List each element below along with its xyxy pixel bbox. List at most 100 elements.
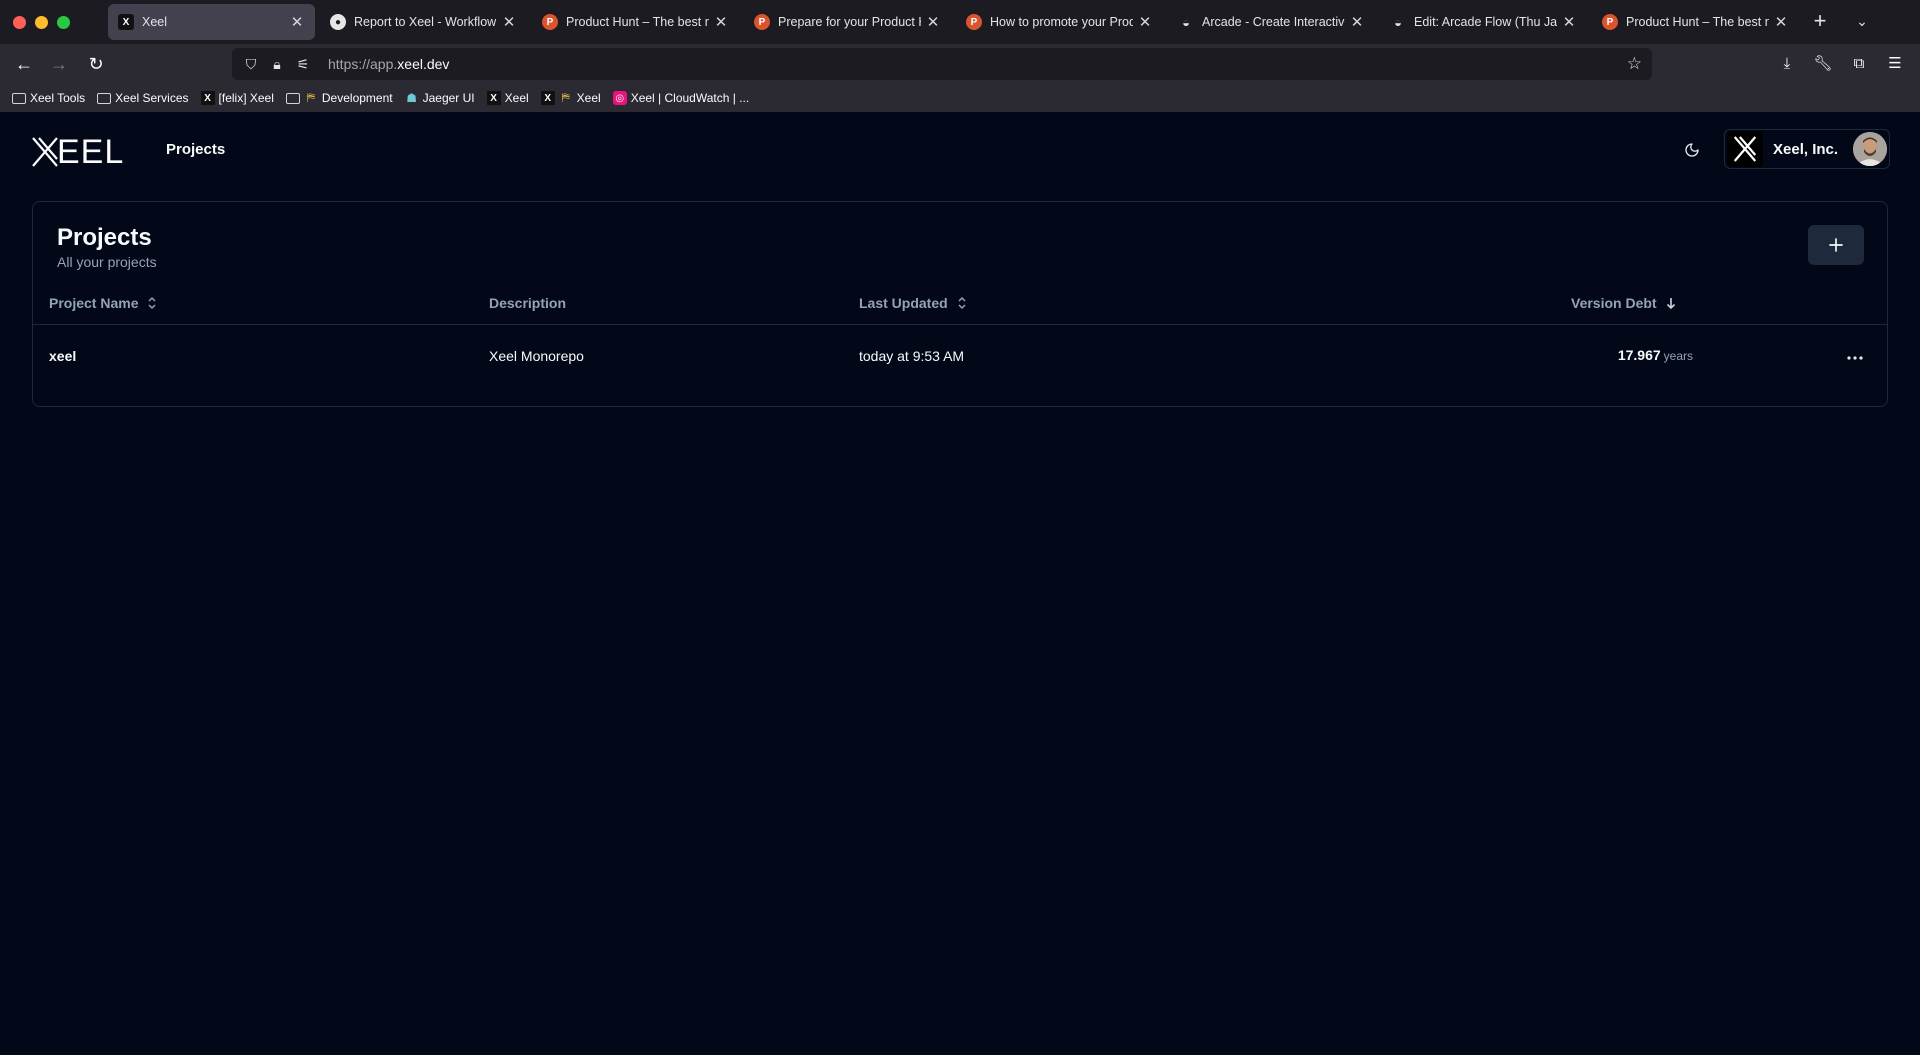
browser-tab[interactable]: ◒ Edit: Arcade Flow (Thu Jan 16 ✕ <box>1380 4 1587 40</box>
wrench-icon[interactable]: 🔧︎ <box>1811 52 1835 76</box>
page-title: Projects <box>57 224 152 251</box>
column-label: Version Debt <box>1571 295 1657 311</box>
new-tab-plus-icon[interactable]: + <box>1808 10 1832 32</box>
browser-tab[interactable]: P Prepare for your Product Hun ✕ <box>744 4 951 40</box>
window-controls <box>13 15 108 29</box>
table-header: Project Name Description Last Updated Ve… <box>33 281 1887 325</box>
minimize-window-button[interactable] <box>35 15 48 29</box>
tab-title: Product Hunt – The best new <box>566 15 709 29</box>
browser-tab[interactable]: ◒ Arcade - Create Interactive D ✕ <box>1168 4 1375 40</box>
xeel-icon: X <box>540 91 555 105</box>
close-tab-icon[interactable]: ✕ <box>925 13 941 31</box>
jaeger-icon: ☗ <box>406 91 417 105</box>
close-tab-icon[interactable]: ✕ <box>1349 13 1365 31</box>
browser-tab[interactable]: P How to promote your Product ✕ <box>956 4 1163 40</box>
tab-title: Product Hunt – The best new <box>1626 15 1769 29</box>
logo-text: EEL <box>57 132 125 171</box>
bookmark-item[interactable]: X [felix] Xeel <box>200 91 274 105</box>
producthunt-icon: P <box>966 14 982 30</box>
bookmark-item[interactable]: Xeel Services <box>97 91 189 105</box>
bookmark-star-icon[interactable]: ☆ <box>1627 54 1642 74</box>
url-host: xeel.dev <box>397 56 450 72</box>
cloudwatch-icon: ◎ <box>612 91 627 105</box>
bookmark-label: Xeel Services <box>115 91 189 105</box>
browser-tab[interactable]: P Product Hunt – The best new ✕ <box>1592 4 1799 40</box>
bookmark-item[interactable]: ☗ Jaeger UI <box>405 91 475 105</box>
version-debt-cell: 17.967 years <box>1618 347 1693 363</box>
download-icon[interactable]: ⤓ <box>1775 52 1799 76</box>
version-debt-unit: years <box>1663 349 1693 363</box>
github-icon: ● <box>330 14 346 30</box>
plus-icon <box>1829 238 1843 252</box>
bookmark-item[interactable]: Xeel Tools <box>12 91 85 105</box>
producthunt-icon: P <box>542 14 558 30</box>
barrier-icon: ⛿ <box>561 91 570 104</box>
tab-title: Arcade - Create Interactive D <box>1202 15 1345 29</box>
folder-icon <box>285 92 300 104</box>
folder-icon <box>97 92 112 104</box>
xeel-logo[interactable]: EEL <box>31 132 124 172</box>
bookmark-label: Xeel <box>504 91 529 105</box>
column-header-last-updated[interactable]: Last Updated <box>859 295 968 311</box>
tab-bar: X Xeel ✕ ● Report to Xeel - Workflow run… <box>0 0 1920 44</box>
reload-icon[interactable]: ↻ <box>84 52 108 76</box>
avatar[interactable] <box>1853 132 1887 166</box>
bookmark-label: Jaeger UI <box>422 91 475 105</box>
close-tab-icon[interactable]: ✕ <box>1773 13 1789 31</box>
producthunt-icon: P <box>1602 14 1618 30</box>
browser-tab[interactable]: X Xeel ✕ <box>108 4 315 40</box>
bookmark-item[interactable]: ⛿ Development <box>285 91 393 105</box>
tab-title: Edit: Arcade Flow (Thu Jan 16 <box>1414 15 1557 29</box>
browser-tab[interactable]: P Product Hunt – The best new ✕ <box>532 4 739 40</box>
org-switcher[interactable]: Xeel, Inc. <box>1724 129 1890 169</box>
back-arrow-icon[interactable]: ← <box>12 52 36 76</box>
browser-tab[interactable]: ● Report to Xeel - Workflow run ✕ <box>320 4 527 40</box>
bookmark-item[interactable]: X ⛿ Xeel <box>540 91 601 105</box>
extensions-icon[interactable]: ⧉ <box>1847 52 1871 76</box>
permissions-icon[interactable]: ⚟ <box>290 56 316 73</box>
hamburger-menu-icon[interactable]: ☰ <box>1883 52 1907 76</box>
close-tab-icon[interactable]: ✕ <box>501 13 517 31</box>
sort-updown-icon[interactable] <box>956 296 968 310</box>
shield-icon[interactable]: ⛉ <box>238 56 264 73</box>
zoom-window-button[interactable] <box>57 15 70 29</box>
xeel-icon: X <box>200 91 215 105</box>
nav-projects-link[interactable]: Projects <box>166 141 225 158</box>
close-tab-icon[interactable]: ✕ <box>713 13 729 31</box>
bookmark-label: Xeel | CloudWatch | ... <box>630 91 750 105</box>
bookmark-label: Xeel <box>576 91 601 105</box>
url-text[interactable]: https://app.xeel.dev <box>328 56 449 72</box>
chevron-down-icon[interactable]: ⌄ <box>1850 10 1874 32</box>
column-header-project-name[interactable]: Project Name <box>49 295 158 311</box>
producthunt-icon: P <box>754 14 770 30</box>
xeel-org-logo-icon <box>1727 131 1763 167</box>
projects-card: Projects All your projects Project Name … <box>32 201 1888 407</box>
bookmark-item[interactable]: ◎ Xeel | CloudWatch | ... <box>612 91 750 105</box>
close-tab-icon[interactable]: ✕ <box>289 13 305 31</box>
sort-arrow-down-icon[interactable] <box>1665 296 1677 310</box>
moon-icon[interactable] <box>1680 138 1704 162</box>
more-options-icon[interactable] <box>1843 348 1867 368</box>
column-header-version-debt[interactable]: Version Debt <box>1571 295 1677 311</box>
column-label: Description <box>489 295 567 311</box>
address-bar[interactable]: ⛉ 🔒︎ ⚟ https://app.xeel.dev ☆ <box>232 48 1652 80</box>
project-name-cell[interactable]: xeel <box>49 348 76 364</box>
url-prefix: https://app. <box>328 56 398 72</box>
xeel-icon: X <box>486 91 501 105</box>
xeel-logo-mark-icon <box>32 137 58 167</box>
bookmark-item[interactable]: X Xeel <box>486 91 529 105</box>
folder-icon <box>12 92 26 104</box>
lock-icon[interactable]: 🔒︎ <box>264 56 290 73</box>
sort-updown-icon[interactable] <box>146 296 158 310</box>
browser-chrome: X Xeel ✕ ● Report to Xeel - Workflow run… <box>0 0 1920 112</box>
table-row[interactable]: xeel Xeel Monorepo today at 9:53 AM 17.9… <box>33 326 1887 390</box>
add-project-button[interactable] <box>1808 225 1864 265</box>
close-tab-icon[interactable]: ✕ <box>1137 13 1153 31</box>
last-updated-cell: today at 9:53 AM <box>859 348 965 364</box>
bookmark-label: Xeel Tools <box>30 91 86 105</box>
close-window-button[interactable] <box>13 15 26 29</box>
description-cell: Xeel Monorepo <box>489 348 584 364</box>
version-debt-value: 17.967 <box>1617 347 1661 363</box>
close-tab-icon[interactable]: ✕ <box>1561 13 1577 31</box>
forward-arrow-icon[interactable]: → <box>47 52 71 76</box>
